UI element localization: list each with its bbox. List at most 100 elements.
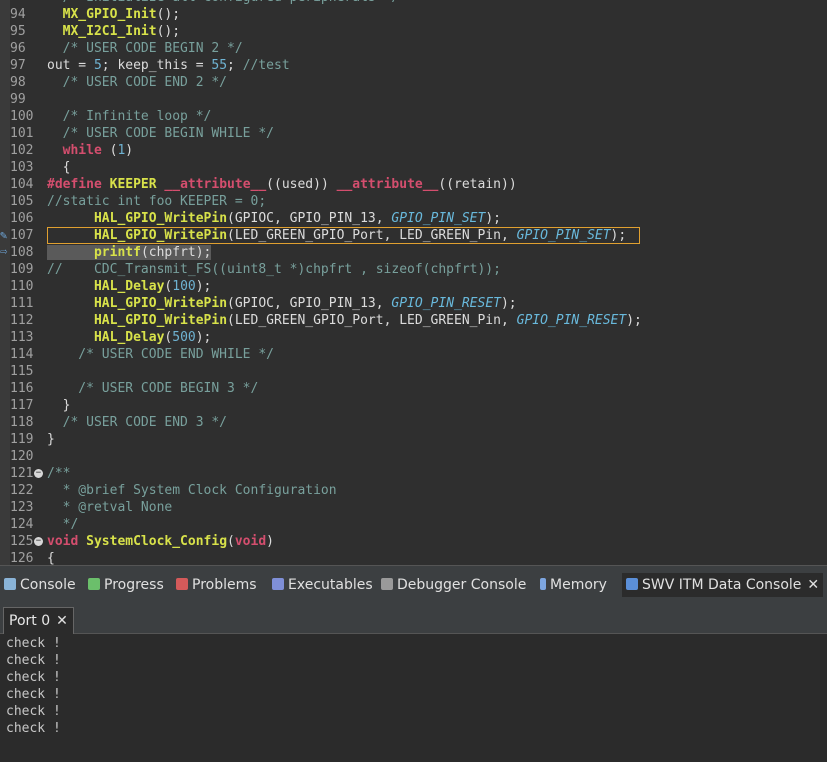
code-line[interactable]: 110 HAL_Delay(100);	[0, 278, 827, 295]
console-icon	[4, 578, 16, 590]
code-line[interactable]: 123 * @retval None	[0, 499, 827, 516]
console-output-line: check !	[6, 687, 61, 702]
line-number: 123	[10, 500, 34, 515]
line-number: 114	[10, 347, 34, 362]
code-line[interactable]: 118 /* USER CODE END 3 */	[0, 414, 827, 431]
code-line[interactable]: 96 /* USER CODE BEGIN 2 */	[0, 40, 827, 57]
tab-debugger-console[interactable]: Debugger Console	[381, 573, 526, 597]
code-text: MX_I2C1_Init();	[62, 24, 181, 39]
code-text: #define KEEPER __attribute__((used)) __a…	[47, 177, 517, 192]
swv-console-panel: Port 0 ✕ check ! check ! check ! check ! chec…	[0, 603, 827, 762]
code-text: }	[47, 432, 55, 447]
fold-toggle-icon[interactable]: −	[34, 537, 43, 546]
problems-icon	[176, 578, 188, 590]
code-line[interactable]: 104 #define KEEPER __attribute__((used)) …	[0, 176, 827, 193]
code-text: /* USER CODE BEGIN 2 */	[47, 41, 243, 56]
code-text: */	[47, 517, 79, 532]
tab-executables[interactable]: Executables	[272, 573, 373, 597]
line-number: 108	[10, 245, 34, 260]
line-number: 97	[10, 58, 26, 73]
code-text: /* USER CODE END 3 */	[47, 415, 228, 430]
code-line[interactable]: 124 */	[0, 516, 827, 533]
code-text: * @retval None	[47, 500, 173, 515]
code-text: /* USER CODE BEGIN 3 */	[47, 381, 259, 396]
console-output-line: check !	[6, 721, 61, 736]
code-line[interactable]: 103 {	[0, 159, 827, 176]
code-line[interactable]: 122 * @brief System Clock Configuration	[0, 482, 827, 499]
code-line[interactable]: 106 HAL_GPIO_WritePin(GPIOC, GPIO_PIN_13…	[0, 210, 827, 227]
code-line[interactable]: 115	[0, 363, 827, 380]
line-number: 104	[10, 177, 34, 192]
line-number: 94	[10, 7, 26, 22]
code-text: HAL_Delay(500);	[93, 330, 212, 345]
memory-icon	[540, 578, 546, 590]
line-number: 95	[10, 24, 26, 39]
code-text: /**	[47, 466, 71, 481]
code-editor[interactable]: /* Initialize all configured peripherals…	[0, 0, 827, 565]
tab-progress[interactable]: Progress	[88, 573, 164, 597]
code-text: // CDC_Transmit_FS((uint8_t *)chpfrt , s…	[47, 262, 501, 277]
line-number: 124	[10, 517, 34, 532]
code-line[interactable]: 108 printf(chpfrt);	[0, 244, 827, 261]
console-output-line: check !	[6, 670, 61, 685]
line-number: 112	[10, 313, 34, 328]
code-line[interactable]: 99	[0, 91, 827, 108]
console-output-line: check !	[6, 704, 61, 719]
tab-problems[interactable]: Problems	[176, 573, 257, 597]
code-line[interactable]: 126 {	[0, 550, 827, 565]
code-text: /* Infinite loop */	[47, 109, 212, 124]
code-text: {	[47, 551, 55, 565]
code-line[interactable]: 97 out = 5; keep_this = 55; //test	[0, 57, 827, 74]
close-icon[interactable]: ✕	[807, 577, 819, 593]
code-line[interactable]: 105 //static int foo KEEPER = 0;	[0, 193, 827, 210]
fold-toggle-icon[interactable]: −	[34, 469, 43, 478]
code-line[interactable]: 101 /* USER CODE BEGIN WHILE */	[0, 125, 827, 142]
port-tab-row: Port 0 ✕	[0, 603, 827, 634]
code-line[interactable]: 117 }	[0, 397, 827, 414]
code-text: MX_GPIO_Init();	[62, 7, 181, 22]
code-line[interactable]: 100 /* Infinite loop */	[0, 108, 827, 125]
code-line[interactable]: 120	[0, 448, 827, 465]
code-line[interactable]: 112 HAL_GPIO_WritePin(LED_GREEN_GPIO_Por…	[0, 312, 827, 329]
code-text: out = 5; keep_this = 55; //test	[47, 58, 290, 73]
line-number: 99	[10, 92, 26, 107]
code-line[interactable]: 111 HAL_GPIO_WritePin(GPIOC, GPIO_PIN_13…	[0, 295, 827, 312]
view-tab-bar: Console Progress Problems Executables De…	[0, 565, 827, 604]
console-output-line: check !	[6, 636, 61, 651]
code-text: HAL_GPIO_WritePin(LED_GREEN_GPIO_Port, L…	[93, 228, 627, 243]
code-line[interactable]: 94 MX_GPIO_Init();	[0, 6, 827, 23]
line-number: 109	[10, 262, 34, 277]
code-text: HAL_GPIO_WritePin(LED_GREEN_GPIO_Port, L…	[93, 313, 642, 328]
code-line[interactable]: 114 /* USER CODE END WHILE */	[0, 346, 827, 363]
tab-swv-itm-data-console[interactable]: SWV ITM Data Console ✕	[622, 573, 824, 597]
tab-console[interactable]: Console	[4, 573, 76, 597]
line-number: 122	[10, 483, 34, 498]
edit-marker-icon: ✎	[0, 228, 8, 242]
line-number: 115	[10, 364, 34, 379]
code-line[interactable]: 125 void SystemClock_Config(void) −	[0, 533, 827, 550]
instruction-pointer-icon: ⇨	[0, 244, 8, 258]
code-text: {	[47, 160, 71, 175]
line-number: 111	[10, 296, 34, 311]
code-text: * @brief System Clock Configuration	[47, 483, 337, 498]
line-number: 119	[10, 432, 34, 447]
code-text: /* USER CODE END WHILE */	[47, 347, 274, 362]
tab-port-0[interactable]: Port 0 ✕	[3, 607, 74, 634]
progress-icon	[88, 578, 100, 590]
code-line[interactable]: 102 while (1)	[0, 142, 827, 159]
line-number: 98	[10, 75, 26, 90]
code-line[interactable]: 107 HAL_GPIO_WritePin(LED_GREEN_GPIO_Por…	[0, 227, 827, 244]
code-line[interactable]: 95 MX_I2C1_Init();	[0, 23, 827, 40]
executables-icon	[272, 578, 284, 590]
code-text: /* USER CODE END 2 */	[47, 75, 228, 90]
code-line[interactable]: 121/** −	[0, 465, 827, 482]
code-line[interactable]: 113 HAL_Delay(500);	[0, 329, 827, 346]
code-text: void SystemClock_Config(void)	[47, 534, 274, 549]
code-text: while (1)	[62, 143, 134, 158]
tab-memory[interactable]: Memory	[540, 573, 607, 597]
code-line[interactable]: 119}	[0, 431, 827, 448]
code-line[interactable]: 109 // CDC_Transmit_FS((uint8_t *)chpfrt …	[0, 261, 827, 278]
code-line[interactable]: 98 /* USER CODE END 2 */	[0, 74, 827, 91]
close-icon[interactable]: ✕	[56, 613, 68, 629]
code-line[interactable]: 116 /* USER CODE BEGIN 3 */	[0, 380, 827, 397]
